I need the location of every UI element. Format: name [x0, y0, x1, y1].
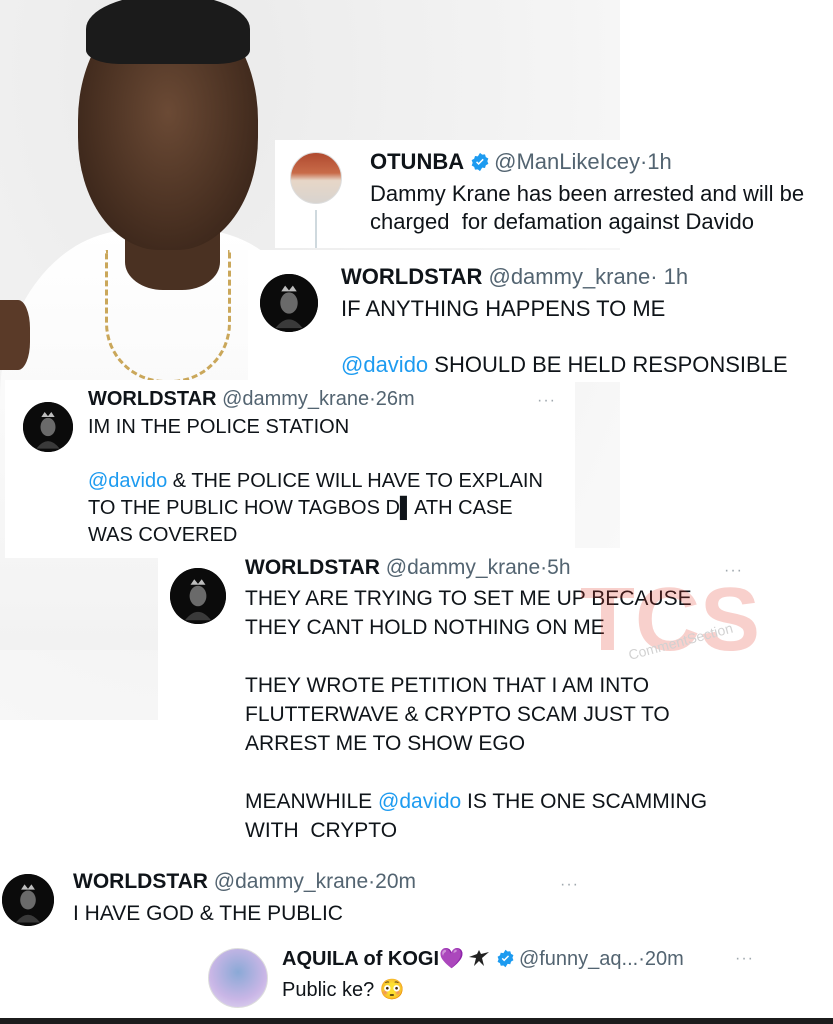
separator-dot: · [369, 388, 376, 410]
tweet-header: WORLDSTAR @dammy_krane·5h [245, 556, 571, 580]
tweet-header: WORLDSTAR @dammy_krane·26m [88, 388, 415, 411]
crowned-figure-icon [260, 274, 318, 332]
tweet-worldstar-20m[interactable]: WORLDSTAR @dammy_krane·20m ··· I HAVE GO… [0, 858, 600, 938]
display-name[interactable]: WORLDSTAR [73, 870, 208, 893]
separator-dot: · [638, 948, 645, 970]
bottom-bar [0, 1018, 833, 1024]
tweet-header: WORLDSTAR @dammy_krane· 1h [341, 264, 688, 290]
tweet-line: THEY WROTE PETITION THAT I AM INTO [245, 674, 650, 697]
timestamp[interactable]: 20m [375, 870, 416, 893]
avatar-worldstar[interactable] [170, 568, 226, 624]
tweet-header: WORLDSTAR @dammy_krane·20m [73, 870, 416, 894]
user-handle[interactable]: @dammy_krane [386, 556, 540, 579]
more-options-icon[interactable]: ··· [560, 876, 579, 894]
avatar-worldstar[interactable] [23, 402, 73, 452]
display-name[interactable]: OTUNBA [370, 149, 464, 174]
tweet-text: Dammy Krane has been arrested and will b… [370, 180, 804, 236]
avatar-worldstar[interactable] [260, 274, 318, 332]
eagle-icon [468, 948, 490, 974]
heart-emoji: 💜 [439, 948, 464, 970]
user-handle[interactable]: @dammy_krane [222, 388, 369, 410]
tweet-line: ARREST ME TO SHOW EGO [245, 732, 526, 755]
tweet-line: & THE POLICE WILL HAVE TO EXPLAIN [167, 470, 543, 492]
tweet-line: THEY ARE TRYING TO SET ME UP BECAUSE [245, 587, 692, 610]
avatar-worldstar[interactable] [2, 874, 54, 926]
user-handle[interactable]: @ManLikeIcey [494, 149, 640, 174]
tweet-line: IM IN THE POLICE STATION [88, 416, 350, 438]
tweet-worldstar-1h[interactable]: WORLDSTAR @dammy_krane· 1h IF ANYTHING H… [248, 250, 833, 382]
mention-link[interactable]: @davido [88, 470, 167, 492]
timestamp[interactable]: 20m [645, 948, 684, 970]
avatar-aquila[interactable] [208, 948, 268, 1008]
tweet-otunba[interactable]: OTUNBA @ManLikeIcey·1h Dammy Krane has be… [275, 140, 833, 248]
tweet-aquila[interactable]: AQUILA of KOGI💜 @funny_aq...·20m ··· Publ… [200, 938, 800, 1018]
timestamp[interactable]: 5h [547, 556, 570, 579]
mention-link[interactable]: @davido [378, 790, 461, 813]
tweet-line: THEY CANT HOLD NOTHING ON ME [245, 616, 605, 639]
tweet-line: WITH CRYPTO [245, 819, 398, 842]
photo-hair [86, 0, 250, 64]
crowned-figure-icon [2, 874, 54, 926]
tweet-line: TO THE PUBLIC HOW TAGBOS D▌ATH CASE [88, 497, 513, 519]
tweet-text: IM IN THE POLICE STATION @davido & THE P… [88, 414, 543, 549]
tweet-line: WAS COVERED [88, 524, 238, 546]
display-name[interactable]: WORLDSTAR [88, 388, 217, 410]
tweet-worldstar-26m[interactable]: WORLDSTAR @dammy_krane·26m ··· IM IN THE… [5, 380, 575, 558]
tweet-line: IS THE ONE SCAMMING [461, 790, 708, 813]
tweet-line: SHOULD BE HELD RESPONSIBLE [428, 352, 788, 377]
tweet-line: Public ke? 😳 [282, 979, 405, 1001]
separator-dot: · [650, 264, 658, 289]
more-options-icon[interactable]: ··· [537, 392, 556, 410]
tweet-line: IF ANYTHING HAPPENS TO ME [341, 296, 666, 321]
tweet-line: Dammy Krane has been arrested and will b… [370, 181, 805, 206]
more-options-icon[interactable]: ··· [724, 562, 743, 580]
photo-arm [0, 300, 30, 370]
tweet-text: I HAVE GOD & THE PUBLIC [73, 900, 343, 928]
tweet-line: MEANWHILE [245, 790, 379, 813]
tweet-header: AQUILA of KOGI💜 @funny_aq...·20m [282, 946, 684, 974]
tweet-header: OTUNBA @ManLikeIcey·1h [370, 149, 672, 178]
timestamp[interactable]: 1h [664, 264, 688, 289]
tweet-line: I HAVE GOD & THE PUBLIC [73, 902, 343, 925]
mention-link[interactable]: @davido [341, 352, 428, 377]
verified-badge-icon [496, 949, 515, 974]
verified-badge-icon [470, 152, 490, 178]
timestamp[interactable]: 26m [376, 388, 415, 410]
more-options-icon[interactable]: ··· [735, 950, 754, 968]
user-handle[interactable]: @funny_aq... [519, 948, 638, 970]
user-handle[interactable]: @dammy_krane [214, 870, 368, 893]
tweet-worldstar-5h[interactable]: WORLDSTAR @dammy_krane·5h ··· THEY ARE T… [158, 548, 758, 850]
display-name[interactable]: WORLDSTAR [341, 264, 482, 289]
timestamp[interactable]: 1h [647, 149, 671, 174]
crowned-figure-icon [23, 402, 73, 452]
avatar-otunba[interactable] [290, 152, 342, 204]
tweet-line: FLUTTERWAVE & CRYPTO SCAM JUST TO [245, 703, 670, 726]
display-name[interactable]: AQUILA of KOGI [282, 948, 439, 970]
tweet-text: IF ANYTHING HAPPENS TO ME @davido SHOULD… [341, 295, 788, 379]
display-name[interactable]: WORLDSTAR [245, 556, 380, 579]
tweet-line: charged for defamation against Davido [370, 209, 755, 234]
crowned-figure-icon [170, 568, 226, 624]
tweet-text: Public ke? 😳 [282, 976, 405, 1004]
photo-chain [105, 250, 231, 383]
thread-line [315, 210, 317, 248]
tweet-text: THEY ARE TRYING TO SET ME UP BECAUSE THE… [245, 584, 707, 845]
user-handle[interactable]: @dammy_krane [488, 264, 650, 289]
